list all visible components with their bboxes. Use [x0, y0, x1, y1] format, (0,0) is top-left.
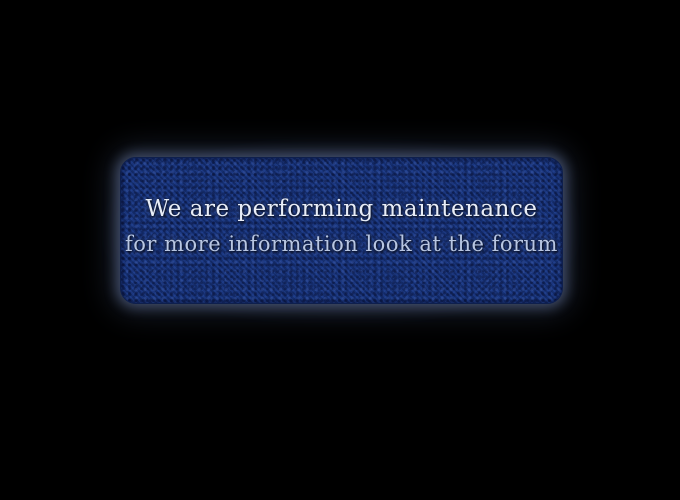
- forum-info-text: for more information look at the forum: [125, 232, 558, 256]
- maintenance-heading: We are performing maintenance: [145, 196, 538, 222]
- maintenance-panel: We are performing maintenance for more i…: [120, 157, 563, 304]
- maintenance-page: We are performing maintenance for more i…: [0, 0, 680, 500]
